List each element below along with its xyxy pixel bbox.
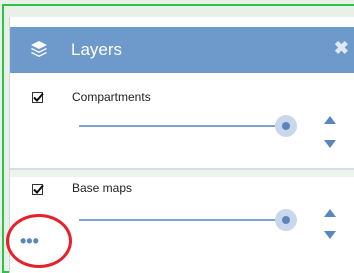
annotation-circle [6,214,72,268]
slider-handle[interactable] [282,122,291,130]
opacity-slider[interactable] [79,209,298,231]
close-icon[interactable]: ✖ [334,38,349,58]
move-up-icon[interactable] [324,209,336,217]
slider-fill [79,219,287,221]
layer-visibility-checkbox[interactable] [32,184,44,195]
layers-icon [31,41,47,57]
opacity-slider[interactable] [79,115,298,137]
slider-fill [79,125,287,127]
layer-visibility-checkbox[interactable] [32,92,44,103]
layer-label: Base maps [72,181,133,195]
move-up-icon[interactable] [324,116,336,124]
row-divider [10,169,354,177]
panel-header: Layers ✖ [10,27,354,73]
app-frame: Layers ✖ Compartments Base maps ••• [0,0,354,273]
panel-title: Layers [71,40,123,59]
layer-row-compartments: Compartments [10,83,354,169]
move-down-icon[interactable] [324,231,336,239]
checkmark-icon [33,92,44,102]
checkmark-icon [33,184,44,194]
move-down-icon[interactable] [324,140,336,148]
slider-handle[interactable] [282,216,291,224]
layer-label: Compartments [72,90,151,104]
